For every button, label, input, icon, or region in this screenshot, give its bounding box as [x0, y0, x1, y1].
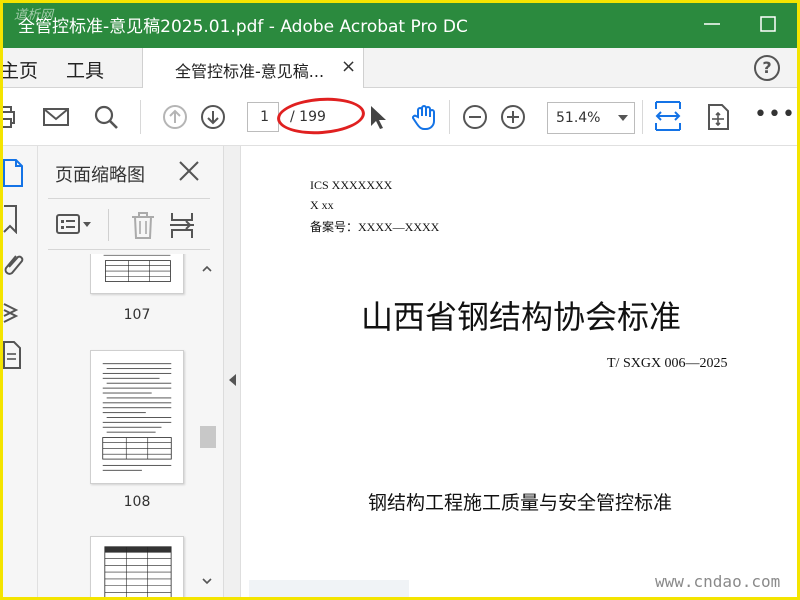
chevron-up-icon[interactable]: [202, 264, 212, 274]
doc-record-number: 备案号：XXXX—XXXX: [310, 220, 440, 234]
toolbar-divider: [140, 100, 141, 134]
toolbar-divider: [642, 100, 643, 134]
thumbnail-list: 107 108: [38, 254, 198, 600]
tab-close-button[interactable]: ×: [341, 56, 356, 77]
tab-document-label: 全管控标准-意见稿...: [175, 62, 325, 81]
collapse-panel-handle[interactable]: [224, 146, 241, 600]
window-title: 全管控标准-意见稿2025.01.pdf - Adobe Acrobat Pro…: [18, 17, 468, 37]
tab-document[interactable]: 全管控标准-意见稿... ×: [142, 48, 364, 88]
page-thumbnail[interactable]: [90, 254, 184, 294]
hand-tool-icon[interactable]: [411, 103, 439, 131]
zoom-select[interactable]: 51.4%: [547, 102, 635, 134]
chevron-down-icon: [618, 115, 628, 121]
toolbar: 1 / 199 51.4% •••: [0, 88, 800, 146]
close-icon[interactable]: [176, 158, 202, 184]
chevron-down-icon[interactable]: [202, 576, 212, 586]
full-screen-icon[interactable]: [704, 103, 732, 131]
doc-subtitle: 钢结构工程施工质量与安全管控标准: [368, 492, 673, 514]
document-page: ICS XXXXXXX X xx 备案号：XXXX—XXXX 山西省钢结构协会标…: [241, 146, 800, 600]
panel-toolbar: [48, 198, 210, 250]
insert-page-icon[interactable]: [168, 211, 198, 239]
bookmark-icon[interactable]: [2, 204, 28, 234]
zoom-value: 51.4%: [556, 110, 601, 126]
previous-page-icon[interactable]: [161, 103, 189, 131]
menu-bar: 主页 工具 全管控标准-意见稿... ×: [0, 48, 800, 88]
thumbnail-label: 107: [123, 307, 151, 323]
faded-watermark: [249, 580, 409, 600]
thumbnails-panel: 页面缩略图 107 108: [38, 146, 224, 600]
annotation-ellipse: [275, 94, 367, 138]
navigation-rail: [0, 146, 38, 600]
fit-width-icon[interactable]: [653, 100, 683, 132]
doc-standard-code: T/ SXGX 006—2025: [607, 356, 728, 371]
attachment-icon[interactable]: [2, 250, 28, 280]
thumbnail-scrollbar[interactable]: [198, 258, 216, 592]
page-thumbnail[interactable]: [90, 350, 184, 484]
zoom-in-icon[interactable]: [499, 103, 527, 131]
chevron-left-icon: [229, 374, 236, 386]
layers-icon[interactable]: [2, 296, 28, 326]
panel-toolbar-divider: [108, 209, 109, 241]
page-thumbnails-icon[interactable]: [2, 158, 28, 188]
site-watermark: www.cndao.com: [655, 572, 781, 591]
print-icon[interactable]: [0, 103, 24, 131]
page-number-input[interactable]: 1: [247, 102, 279, 132]
menu-tools[interactable]: 工具: [66, 56, 104, 83]
panel-title: 页面缩略图: [55, 165, 145, 186]
doc-ics: ICS XXXXXXX: [310, 178, 393, 192]
maximize-icon[interactable]: [756, 12, 780, 36]
page-thumbnail[interactable]: [90, 536, 184, 600]
options-menu-icon[interactable]: [56, 211, 92, 239]
thumbnail-label: 108: [123, 494, 151, 510]
delete-icon[interactable]: [128, 211, 158, 239]
minimize-icon[interactable]: [700, 12, 724, 36]
zoom-out-icon[interactable]: [461, 103, 489, 131]
doc-class-code: X xx: [310, 198, 334, 212]
toolbar-divider: [449, 100, 450, 134]
content-icon[interactable]: [2, 340, 28, 370]
search-icon[interactable]: [92, 103, 120, 131]
select-cursor-icon[interactable]: [364, 103, 392, 131]
doc-title: 山西省钢结构协会标准: [361, 298, 682, 336]
more-tools-button[interactable]: •••: [754, 102, 796, 127]
email-icon[interactable]: [42, 103, 70, 131]
menu-home[interactable]: 主页: [0, 56, 38, 83]
next-page-icon[interactable]: [199, 103, 227, 131]
help-button[interactable]: ?: [754, 55, 780, 81]
title-bar: 道析网 全管控标准-意见稿2025.01.pdf - Adobe Acrobat…: [0, 0, 800, 48]
scrollbar-thumb[interactable]: [200, 426, 216, 448]
